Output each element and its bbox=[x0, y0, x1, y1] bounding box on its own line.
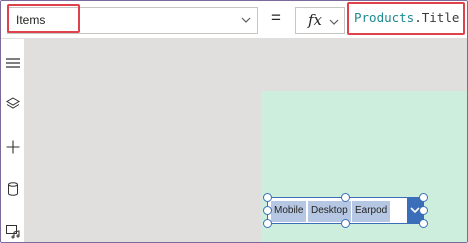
formula-input[interactable]: Products.Title bbox=[354, 10, 459, 25]
formula-member: Title bbox=[421, 10, 460, 25]
resize-handle-top-center[interactable] bbox=[341, 193, 350, 202]
resize-handle-middle-right[interactable] bbox=[419, 206, 428, 215]
chevron-down-icon bbox=[239, 13, 253, 27]
fx-button[interactable]: fx bbox=[295, 7, 345, 34]
fx-icon: fx bbox=[308, 11, 323, 29]
selected-item-chip[interactable]: Earpod bbox=[352, 201, 391, 222]
resize-handle-middle-left[interactable] bbox=[263, 206, 272, 215]
layers-icon[interactable] bbox=[5, 96, 21, 112]
formula-bar: Items = fx Products.Title bbox=[1, 1, 467, 39]
formula-identifier: Products bbox=[354, 10, 415, 25]
resize-handle-bottom-right[interactable] bbox=[419, 219, 428, 228]
equals-sign: = bbox=[271, 8, 281, 27]
chevron-down-icon bbox=[328, 15, 340, 27]
app-window: Items = fx Products.Title Mobile Desktop… bbox=[0, 0, 468, 243]
left-rail bbox=[1, 39, 25, 242]
selected-item-chip[interactable]: Mobile bbox=[271, 201, 307, 222]
resize-handle-top-right[interactable] bbox=[419, 193, 428, 202]
formula-separator: . bbox=[414, 10, 422, 25]
hamburger-menu-icon[interactable] bbox=[5, 55, 21, 71]
resize-handle-bottom-center[interactable] bbox=[341, 219, 350, 228]
media-icon[interactable] bbox=[5, 223, 21, 239]
resize-handle-top-left[interactable] bbox=[263, 193, 272, 202]
resize-handle-bottom-left[interactable] bbox=[263, 219, 272, 228]
plus-icon[interactable] bbox=[5, 139, 21, 155]
database-icon[interactable] bbox=[5, 181, 21, 197]
property-dropdown[interactable]: Items bbox=[7, 7, 258, 34]
property-dropdown-value: Items bbox=[16, 13, 46, 27]
